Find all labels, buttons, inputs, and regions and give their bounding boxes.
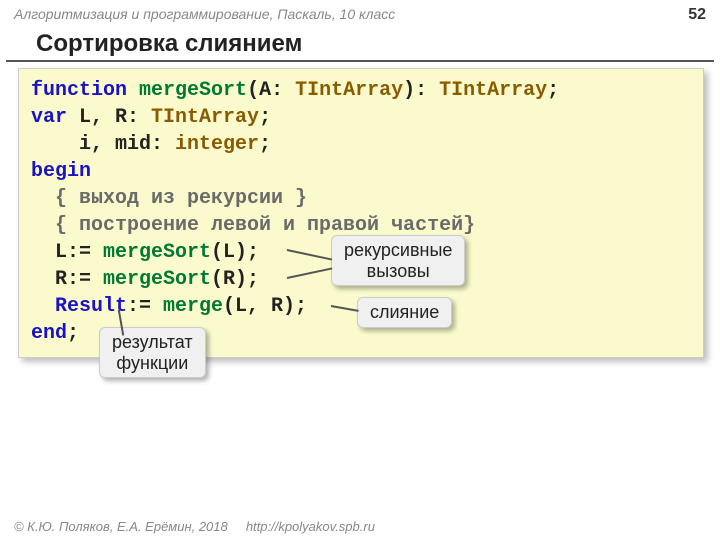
callout-merge: слияние: [357, 297, 452, 328]
slide-header: Алгоритмизация и программирование, Паска…: [0, 0, 720, 26]
callout-result: результат функции: [99, 327, 206, 378]
code-line: begin: [31, 158, 691, 185]
code-line: var L, R: TIntArray;: [31, 104, 691, 131]
code-line: i, mid: integer;: [31, 131, 691, 158]
code-line: { выход из рекурсии }: [31, 185, 691, 212]
footer-url: http://kpolyakov.spb.ru: [246, 519, 375, 534]
page-number: 52: [688, 6, 706, 24]
code-line: function mergeSort(A: TIntArray): TIntAr…: [31, 77, 691, 104]
slide-title: Сортировка слиянием: [6, 26, 714, 62]
callout-recursive: рекурсивные вызовы: [331, 235, 465, 286]
slide-footer: © К.Ю. Поляков, Е.А. Ерёмин, 2018 http:/…: [14, 519, 375, 534]
copyright: © К.Ю. Поляков, Е.А. Ерёмин, 2018: [14, 519, 228, 534]
course-name: Алгоритмизация и программирование, Паска…: [14, 6, 395, 24]
code-block: function mergeSort(A: TIntArray): TIntAr…: [18, 68, 704, 358]
